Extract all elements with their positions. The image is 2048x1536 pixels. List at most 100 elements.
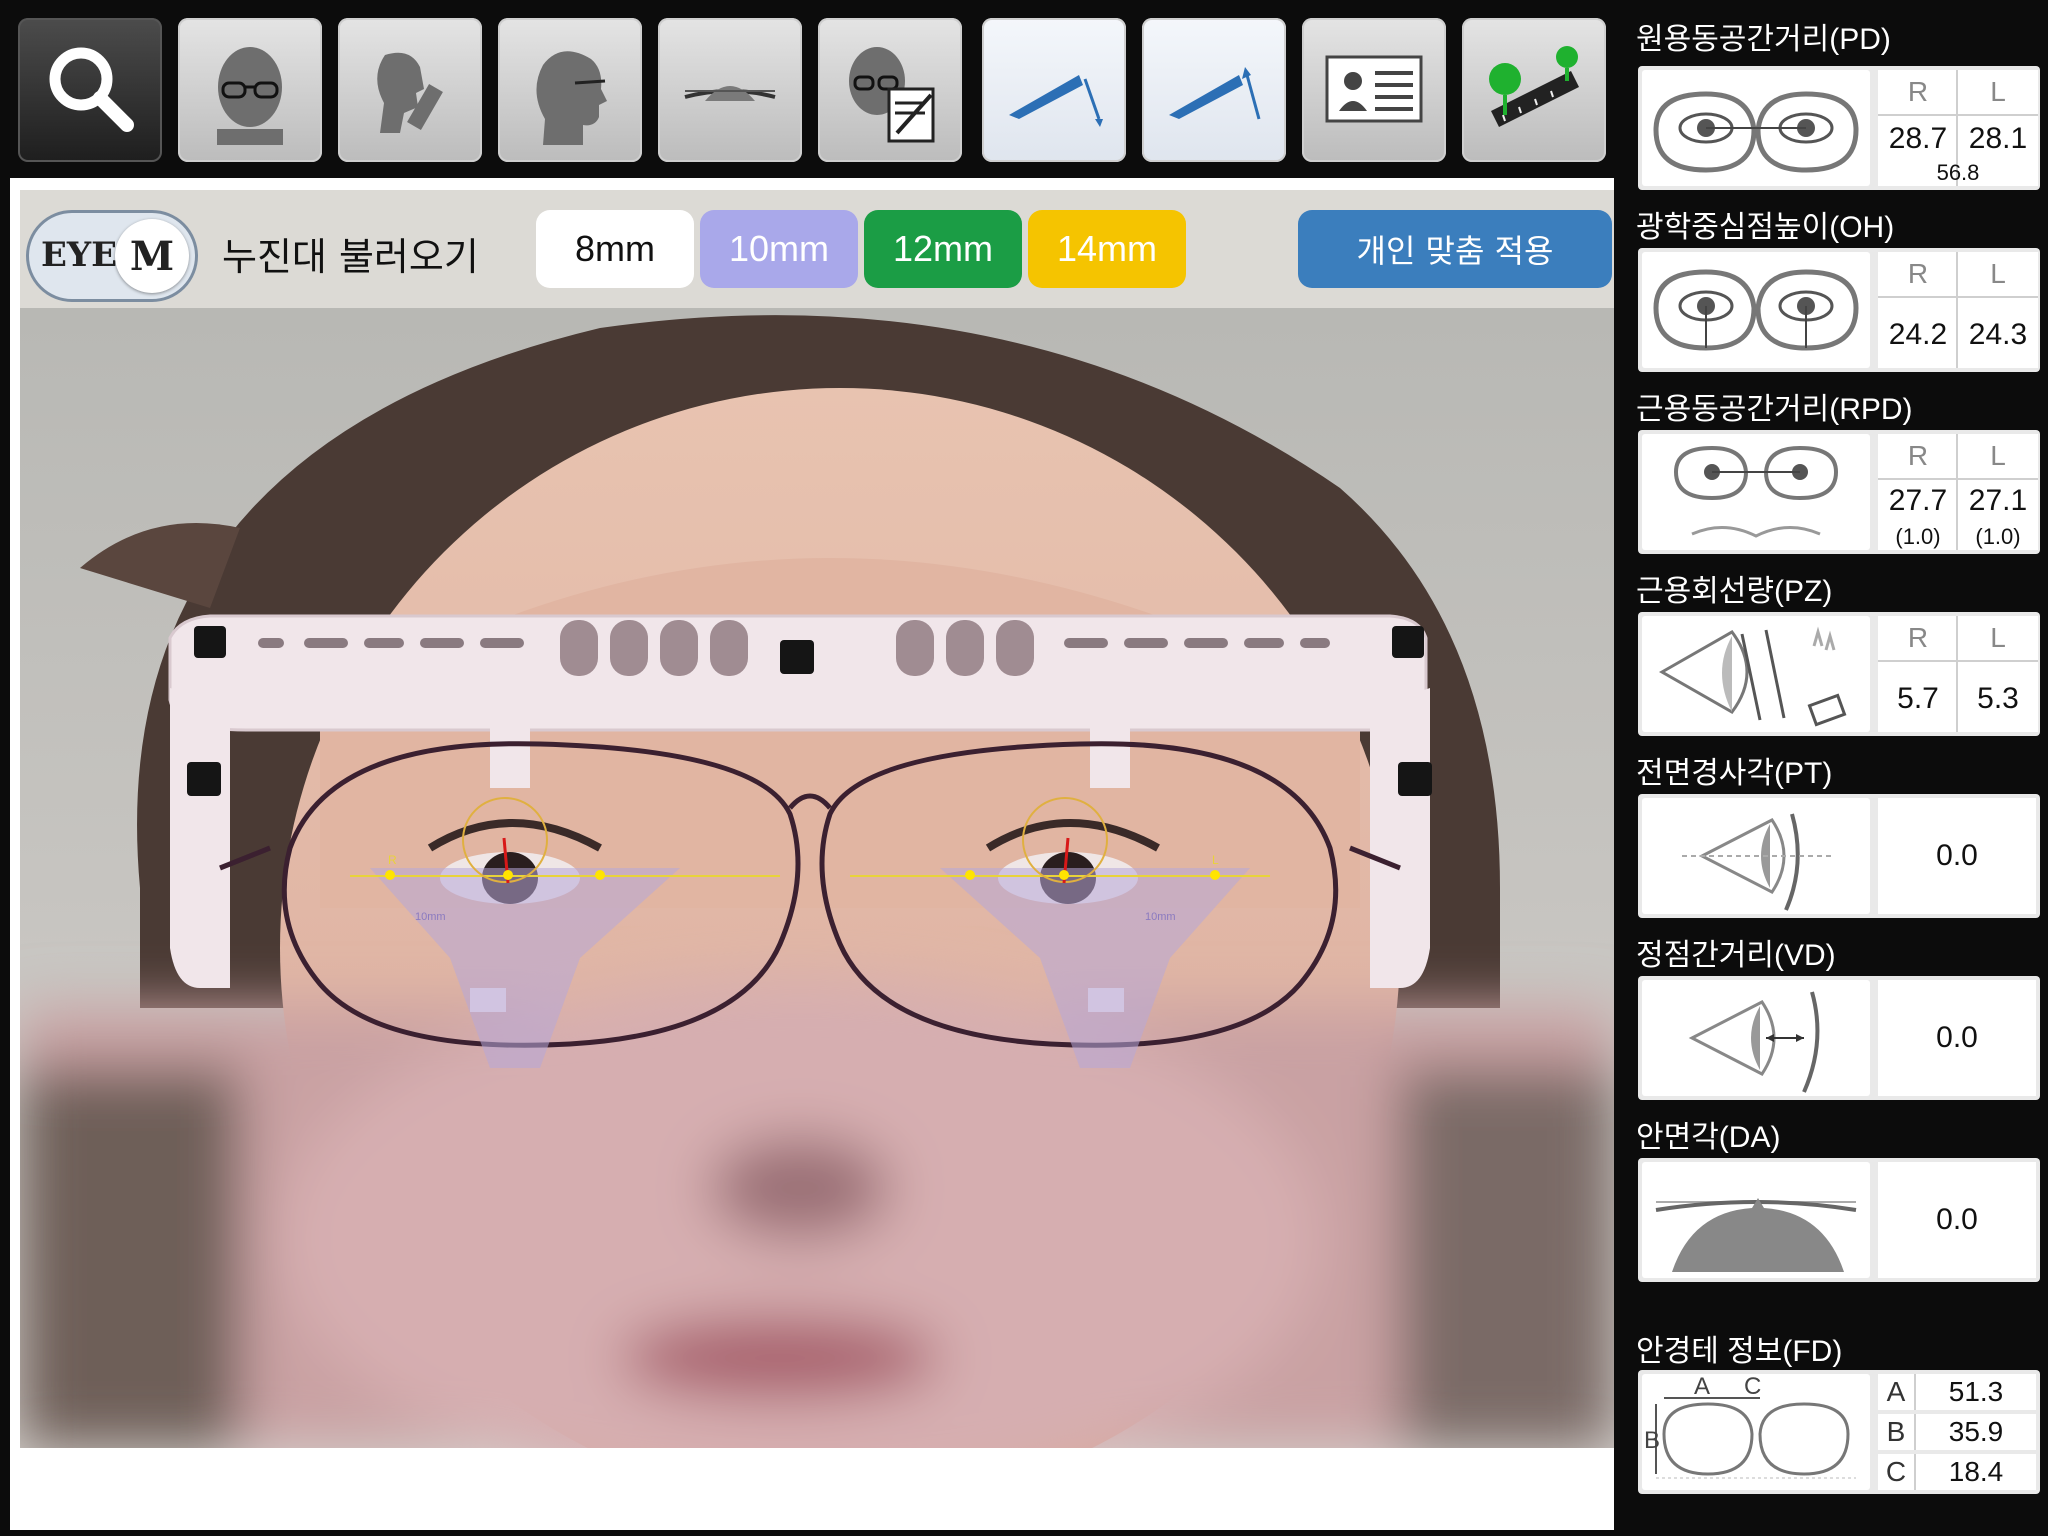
oh-l-header: L bbox=[1958, 252, 2038, 298]
fd-diagram-a: A bbox=[1694, 1374, 1710, 1400]
measurement-panel: 원용동공간거리(PD) R 28.7 L 28.1 56.8 광학중심점높이(O… bbox=[1626, 0, 2048, 1536]
vd-card[interactable]: 0.0 bbox=[1638, 976, 2040, 1100]
pz-card[interactable]: R 5.7 L 5.3 bbox=[1638, 612, 2040, 736]
fd-b-key: B bbox=[1878, 1414, 1916, 1450]
ruler-button[interactable] bbox=[1462, 18, 1606, 162]
near-rotation-icon bbox=[1658, 626, 1847, 727]
tilt-down-icon bbox=[1009, 75, 1103, 127]
eye-mode-toggle[interactable]: EYE M bbox=[26, 210, 198, 302]
corridor-10mm-button[interactable]: 10mm bbox=[700, 210, 858, 288]
fd-a-key: A bbox=[1878, 1374, 1916, 1410]
pz-title: 근용회선량(PZ) bbox=[1636, 575, 1833, 608]
rpd-title: 근용동공간거리(RPD) bbox=[1636, 393, 1913, 426]
eyes-distance-icon bbox=[1653, 91, 1859, 173]
ruler-pins-icon bbox=[1489, 46, 1579, 127]
pd-title: 원용동공간거리(PD) bbox=[1636, 23, 1891, 56]
rpd-r-sub: (1.0) bbox=[1895, 524, 1941, 549]
face-front-button[interactable] bbox=[178, 18, 322, 162]
face-document-icon bbox=[849, 47, 935, 143]
eye-toggle-label: EYE bbox=[41, 235, 118, 275]
head-profile-icon bbox=[536, 51, 607, 145]
pz-r-column: R 5.7 bbox=[1878, 616, 1958, 732]
pt-title: 전면경사각(PT) bbox=[1636, 757, 1833, 790]
da-card[interactable]: 0.0 bbox=[1638, 1158, 2040, 1282]
fd-diagram: A C B bbox=[1642, 1373, 1870, 1490]
pz-l-header: L bbox=[1958, 616, 2038, 662]
corridor-8mm-button[interactable]: 8mm bbox=[536, 210, 694, 288]
face-form-angle-icon bbox=[1655, 1198, 1857, 1272]
toolbar bbox=[0, 0, 1620, 170]
pantoscopic-tilt-icon bbox=[1682, 813, 1832, 911]
fd-card[interactable]: A C B A 51.3 B 35.9 C 18.4 bbox=[1638, 1370, 2040, 1494]
fd-title: 안경테 정보(FD) bbox=[1636, 1335, 1843, 1368]
fd-diagram-b: B bbox=[1644, 1427, 1660, 1454]
rpd-l-header: L bbox=[1958, 434, 2038, 480]
tilt-up-icon bbox=[1169, 67, 1261, 120]
face-camera-image: R L 10mm 10mm bbox=[20, 308, 1614, 1448]
frame-top-button[interactable] bbox=[658, 18, 802, 162]
overlay-label-l: L bbox=[1212, 853, 1219, 867]
fd-a-value: 51.3 bbox=[1948, 1376, 2004, 1407]
rpd-r-value: 27.7 bbox=[1888, 484, 1948, 517]
pd-r-value: 28.7 bbox=[1888, 122, 1948, 155]
overlay-label-r: R bbox=[388, 853, 397, 867]
face-measurement-canvas: R L 10mm 10mm bbox=[20, 308, 1614, 1448]
rpd-diagram bbox=[1642, 434, 1870, 550]
rpd-l-value: 27.1 bbox=[1968, 484, 2028, 517]
load-corridor-label: 누진대 불러오기 bbox=[222, 235, 479, 279]
main-panel: EYE M 누진대 불러오기 8mm 10mm 12mm 14mm 개인 맞춤 … bbox=[10, 178, 1614, 1530]
search-button[interactable] bbox=[18, 18, 162, 162]
oh-r-value: 24.2 bbox=[1888, 318, 1948, 351]
corridor-14mm-button[interactable]: 14mm bbox=[1028, 210, 1186, 288]
pz-l-column: L 5.3 bbox=[1956, 616, 2038, 732]
pd-card[interactable]: R 28.7 L 28.1 56.8 bbox=[1638, 66, 2040, 190]
fd-b-value: 35.9 bbox=[1948, 1416, 2004, 1447]
face-report-button[interactable] bbox=[818, 18, 962, 162]
tilt-up-button[interactable] bbox=[1142, 18, 1286, 162]
optical-height-icon bbox=[1653, 269, 1859, 351]
oh-card[interactable]: R 24.2 L 24.3 bbox=[1638, 248, 2040, 372]
rpd-card[interactable]: R 27.7 (1.0) L 27.1 (1.0) bbox=[1638, 430, 2040, 554]
frame-dimensions-icon: A C B bbox=[1644, 1373, 1856, 1479]
fd-c-key: C bbox=[1878, 1454, 1916, 1490]
rpd-r-column: R 27.7 (1.0) bbox=[1878, 434, 1958, 550]
control-bar: EYE M 누진대 불러오기 8mm 10mm 12mm 14mm 개인 맞춤 … bbox=[20, 190, 1614, 308]
fd-row-b: B 35.9 bbox=[1878, 1414, 2036, 1450]
rpd-r-header: R bbox=[1878, 434, 1958, 480]
oh-l-column: L 24.3 bbox=[1956, 252, 2038, 368]
pd-diagram bbox=[1642, 70, 1870, 186]
head-profile-button[interactable] bbox=[498, 18, 642, 162]
oh-r-header: R bbox=[1878, 252, 1958, 298]
pt-value: 0.0 bbox=[1878, 798, 2036, 914]
near-pd-book-icon bbox=[1673, 445, 1839, 538]
side-profile-frame-icon bbox=[377, 52, 443, 133]
pz-r-value: 5.7 bbox=[1897, 682, 1939, 715]
oh-title: 광학중심점높이(OH) bbox=[1636, 211, 1895, 244]
frame-top-view-icon bbox=[684, 86, 776, 101]
pz-l-value: 5.3 bbox=[1977, 682, 2019, 715]
fd-diagram-c: C bbox=[1744, 1374, 1761, 1400]
oh-l-value: 24.3 bbox=[1968, 318, 2028, 351]
pd-r-header: R bbox=[1878, 70, 1958, 116]
da-value: 0.0 bbox=[1878, 1162, 2036, 1278]
pt-diagram bbox=[1642, 798, 1870, 914]
apply-personalization-button[interactable]: 개인 맞춤 적용 bbox=[1298, 210, 1612, 288]
corridor-12mm-button[interactable]: 12mm bbox=[864, 210, 1022, 288]
blurred-face-region bbox=[20, 978, 1614, 1448]
pd-total-value: 56.8 bbox=[1936, 160, 1980, 185]
pz-diagram bbox=[1642, 616, 1870, 732]
rpd-l-sub: (1.0) bbox=[1975, 524, 2021, 549]
id-card-button[interactable] bbox=[1302, 18, 1446, 162]
vertex-distance-icon bbox=[1688, 991, 1820, 1093]
oh-diagram bbox=[1642, 252, 1870, 368]
side-frame-button[interactable] bbox=[338, 18, 482, 162]
pt-card[interactable]: 0.0 bbox=[1638, 794, 2040, 918]
fd-row-a: A 51.3 bbox=[1878, 1374, 2036, 1410]
da-diagram bbox=[1642, 1162, 1870, 1278]
vd-diagram bbox=[1642, 980, 1870, 1096]
pz-r-header: R bbox=[1878, 616, 1958, 662]
rpd-l-column: L 27.1 (1.0) bbox=[1956, 434, 2038, 550]
tilt-down-button[interactable] bbox=[982, 18, 1126, 162]
fd-c-value: 18.4 bbox=[1948, 1456, 2004, 1487]
face-glasses-icon bbox=[217, 47, 283, 145]
